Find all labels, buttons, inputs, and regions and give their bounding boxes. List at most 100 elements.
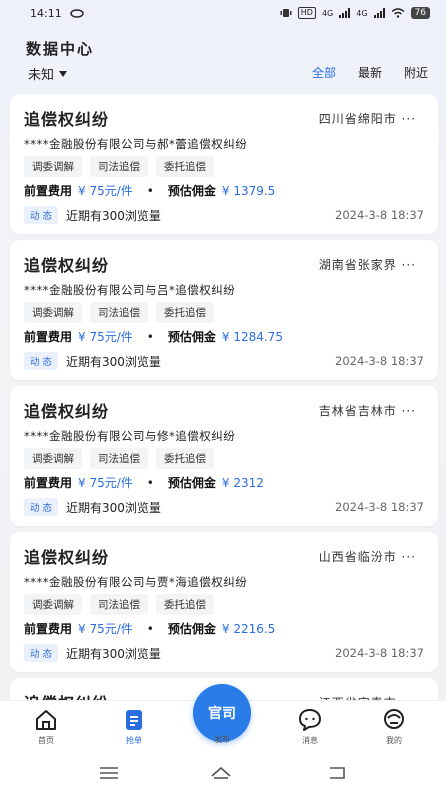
case-time: 2024-3-8 18:37 xyxy=(335,500,424,514)
separator-dot: • xyxy=(146,475,154,490)
region-filter-dropdown[interactable]: 未知 xyxy=(28,64,68,83)
nav-home[interactable]: 首页 xyxy=(16,707,76,746)
activity-badge: 动 态 xyxy=(24,352,59,370)
system-nav-bar xyxy=(0,752,446,794)
fee-value: ¥ 75元/件 xyxy=(78,184,133,198)
separator-dot: • xyxy=(146,183,154,198)
activity-badge: 动 态 xyxy=(24,644,59,662)
case-title: 追偿权纠纷 xyxy=(24,548,110,567)
case-meta: 动 态 近期有300浏览量 2024-3-8 18:37 xyxy=(24,206,424,224)
case-region: 湖南省张家界 ··· xyxy=(318,258,416,272)
tab-latest[interactable]: 最新 xyxy=(358,64,382,81)
case-region: 四川省绵阳市 ··· xyxy=(318,112,416,126)
nav-messages-label: 消息 xyxy=(302,736,318,745)
fee-label: 前置费用 xyxy=(24,184,73,198)
vibrate-icon xyxy=(280,9,292,17)
view-count: 近期有300浏览量 xyxy=(66,354,161,369)
nav-messages[interactable]: 消息 xyxy=(280,707,340,746)
case-time: 2024-3-8 18:37 xyxy=(335,646,424,660)
case-tag: 调委调解 xyxy=(24,594,82,615)
menu-icon[interactable] xyxy=(98,764,120,782)
status-time: 14:11 xyxy=(30,6,62,20)
tab-all[interactable]: 全部 xyxy=(312,64,336,81)
region-filter-value: 未知 xyxy=(28,68,55,83)
case-description: ****金融股份有限公司与贾*海追偿权纠纷 xyxy=(24,575,248,589)
case-fees: 前置费用 ¥ 75元/件 • 预估佣金 ¥ 2216.5 xyxy=(24,620,275,637)
commission-label: 预估佣金 xyxy=(167,622,216,636)
signal-icon xyxy=(339,8,351,18)
case-tag: 司法追偿 xyxy=(90,156,148,177)
nav-grab-orders[interactable]: 抢单 xyxy=(104,707,164,746)
case-meta: 动 态 近期有300浏览量 2024-3-8 18:37 xyxy=(24,644,424,662)
case-time: 2024-3-8 18:37 xyxy=(335,354,424,368)
fee-label: 前置费用 xyxy=(24,622,73,636)
case-tags: 调委调解 司法追偿 委托追偿 xyxy=(24,448,214,469)
case-tag: 司法追偿 xyxy=(90,302,148,323)
signal-icon-2 xyxy=(373,8,385,18)
nav-profile[interactable]: 我的 xyxy=(364,707,424,746)
case-tag: 司法追偿 xyxy=(90,448,148,469)
fee-label: 前置费用 xyxy=(24,330,73,344)
net-label-1: 4G xyxy=(321,8,334,18)
case-tag: 委托追偿 xyxy=(156,156,214,177)
tab-nearby[interactable]: 附近 xyxy=(404,64,428,81)
case-region: 山西省临汾市 ··· xyxy=(318,550,416,564)
case-tags: 调委调解 司法追偿 委托追偿 xyxy=(24,302,214,323)
home-icon xyxy=(36,710,56,730)
case-description: ****金融股份有限公司与修*追偿权纠纷 xyxy=(24,429,236,443)
clipboard-icon xyxy=(126,710,142,730)
profile-icon xyxy=(384,709,404,729)
case-tag: 调委调解 xyxy=(24,448,82,469)
view-count: 近期有300浏览量 xyxy=(66,500,161,515)
commission-label: 预估佣金 xyxy=(167,184,216,198)
nav-grab-orders-label: 抢单 xyxy=(126,736,142,745)
separator-dot: • xyxy=(146,621,154,636)
case-meta: 动 态 近期有300浏览量 2024-3-8 18:37 xyxy=(24,498,424,516)
case-tags: 调委调解 司法追偿 委托追偿 xyxy=(24,594,214,615)
battery-indicator: 76 xyxy=(410,7,430,19)
case-tag: 调委调解 xyxy=(24,156,82,177)
separator-dot: • xyxy=(146,329,154,344)
case-tag: 委托追偿 xyxy=(156,448,214,469)
case-tag: 调委调解 xyxy=(24,302,82,323)
fee-label: 前置费用 xyxy=(24,476,73,490)
commission-value: ¥ 2216.5 xyxy=(221,621,276,636)
activity-badge: 动 态 xyxy=(24,206,59,224)
commission-label: 预估佣金 xyxy=(167,476,216,490)
case-region: 吉林省吉林市 ··· xyxy=(318,404,416,418)
filter-tabs: 全部 最新 附近 xyxy=(312,64,428,81)
back-icon[interactable] xyxy=(326,764,348,782)
fee-value: ¥ 75元/件 xyxy=(78,330,133,344)
case-tag: 司法追偿 xyxy=(90,594,148,615)
caret-down-icon xyxy=(59,70,68,77)
case-card[interactable]: 追偿权纠纷 湖南省张家界 ··· ****金融股份有限公司与吕*追偿权纠纷 调委… xyxy=(10,240,438,380)
case-fees: 前置费用 ¥ 75元/件 • 预估佣金 ¥ 1379.5 xyxy=(24,182,275,199)
fee-value: ¥ 75元/件 xyxy=(78,476,133,490)
case-title: 追偿权纠纷 xyxy=(24,110,110,129)
case-time: 2024-3-8 18:37 xyxy=(335,208,424,222)
case-meta: 动 态 近期有300浏览量 2024-3-8 18:37 xyxy=(24,352,424,370)
case-title: 追偿权纠纷 xyxy=(24,256,110,275)
status-bar: 14:11 HD 4G 4G 76 xyxy=(0,0,446,26)
case-card[interactable]: 追偿权纠纷 吉林省吉林市 ··· ****金融股份有限公司与修*追偿权纠纷 调委… xyxy=(10,386,438,526)
fee-value: ¥ 75元/件 xyxy=(78,622,133,636)
case-description: ****金融股份有限公司与吕*追偿权纠纷 xyxy=(24,283,236,297)
net-label-2: 4G xyxy=(356,8,368,18)
case-card[interactable]: 追偿权纠纷 山西省临汾市 ··· ****金融股份有限公司与贾*海追偿权纠纷 调… xyxy=(10,532,438,672)
case-title: 追偿权纠纷 xyxy=(24,402,110,421)
case-card[interactable]: 追偿权纠纷 四川省绵阳市 ··· ****金融股份有限公司与郝*蕾追偿权纠纷 调… xyxy=(10,94,438,234)
nav-home-label: 首页 xyxy=(38,736,54,745)
page-title: 数据中心 xyxy=(26,40,95,58)
case-fees: 前置费用 ¥ 75元/件 • 预估佣金 ¥ 2312 xyxy=(24,474,264,491)
home-button-icon[interactable] xyxy=(210,764,232,782)
chat-icon xyxy=(299,709,321,731)
case-fees: 前置费用 ¥ 75元/件 • 预估佣金 ¥ 1284.75 xyxy=(24,328,283,345)
case-tags: 调委调解 司法追偿 委托追偿 xyxy=(24,156,214,177)
view-count: 近期有300浏览量 xyxy=(66,646,161,661)
cloud-icon xyxy=(70,8,84,18)
commission-value: ¥ 2312 xyxy=(221,475,264,490)
case-tag: 委托追偿 xyxy=(156,302,214,323)
filter-row: 未知 全部 最新 附近 xyxy=(28,64,428,84)
commission-value: ¥ 1284.75 xyxy=(221,329,283,344)
view-count: 近期有300浏览量 xyxy=(66,208,161,223)
